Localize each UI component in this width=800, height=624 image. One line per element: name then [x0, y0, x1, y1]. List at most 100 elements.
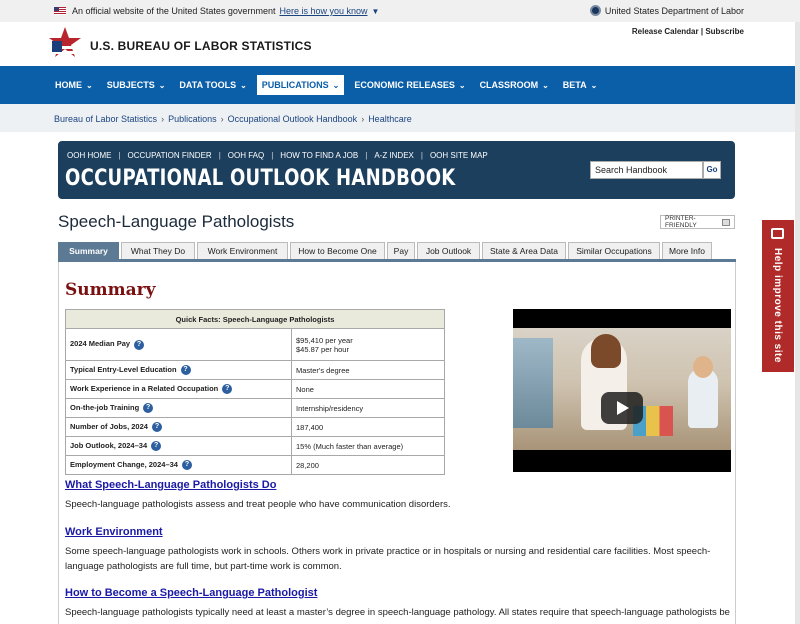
chevron-down-icon: ⌄: [590, 80, 598, 90]
us-flag-icon: [54, 7, 66, 15]
fact-label: Employment Change, 2024–34: [70, 459, 178, 469]
quick-facts-title: Quick Facts: Speech-Language Pathologist…: [65, 309, 445, 329]
printer-friendly-button[interactable]: PRINTER-FRIENDLY: [660, 215, 735, 229]
section-text-how-to-become: Speech-language pathologists typically n…: [65, 607, 730, 618]
page-title: Speech-Language Pathologists: [58, 212, 295, 231]
feedback-icon: [771, 228, 784, 239]
table-row: On-the-job Training? Internship/residenc…: [65, 398, 445, 418]
search-handbook-input[interactable]: Search Handbook: [590, 161, 703, 179]
quick-facts-table: Quick Facts: Speech-Language Pathologist…: [65, 309, 445, 475]
play-button-icon[interactable]: [601, 392, 643, 424]
chevron-down-icon: ⌄: [332, 80, 340, 90]
nav-beta[interactable]: BETA ⌄: [558, 75, 603, 95]
info-icon[interactable]: ?: [222, 384, 233, 394]
fact-label: On-the-job Training: [70, 402, 140, 412]
tab-how-to-become-one[interactable]: How to Become One: [290, 242, 385, 259]
printer-icon: [721, 218, 730, 226]
tab-job-outlook[interactable]: Job Outlook: [417, 242, 480, 259]
occupation-finder-link[interactable]: OCCUPATION FINDER: [128, 151, 212, 160]
help-improve-tab[interactable]: Help improve this site: [762, 220, 794, 372]
nav-data-tools[interactable]: DATA TOOLS ⌄: [174, 75, 251, 95]
fact-label: Job Outlook, 2024–34: [70, 440, 148, 450]
info-icon[interactable]: ?: [151, 441, 162, 451]
section-link-work-environment[interactable]: Work Environment: [65, 526, 163, 538]
dol-link[interactable]: United States Department of Labor: [589, 5, 744, 16]
fact-label: 2024 Median Pay: [70, 339, 131, 349]
table-row: Number of Jobs, 2024? 187,400: [65, 417, 445, 437]
ooh-faq-link[interactable]: OOH FAQ: [228, 151, 264, 160]
tab-more-info[interactable]: More Info: [662, 242, 712, 259]
table-row: Work Experience in a Related Occupation?…: [65, 379, 445, 399]
fact-value-hourly: $45.87 per hour: [296, 344, 349, 354]
section-link-what-they-do[interactable]: What Speech-Language Pathologists Do: [65, 479, 276, 491]
bls-title[interactable]: U.S. BUREAU OF LABOR STATISTICS: [90, 39, 312, 53]
chevron-down-icon[interactable]: ▼: [372, 7, 380, 16]
section-text-work-environment: Some speech-language pathologists work i…: [65, 546, 711, 572]
video-player[interactable]: [513, 309, 731, 472]
fact-value: Internship/residency: [291, 398, 445, 418]
fact-value: Master's degree: [291, 360, 445, 380]
table-row: Job Outlook, 2024–34? 15% (Much faster t…: [65, 436, 445, 456]
chevron-down-icon: ⌄: [542, 80, 549, 90]
summary-heading: Summary: [65, 280, 156, 300]
tab-summary[interactable]: Summary: [58, 242, 119, 259]
info-icon[interactable]: ?: [180, 365, 191, 375]
nav-classroom[interactable]: CLASSROOM ⌄: [475, 75, 554, 95]
chevron-down-icon: ⌄: [240, 80, 247, 90]
tab-work-environment[interactable]: Work Environment: [197, 242, 288, 259]
how-to-find-job-link[interactable]: HOW TO FIND A JOB: [280, 151, 358, 160]
ooh-home-link[interactable]: OOH HOME: [67, 151, 111, 160]
breadcrumb-healthcare[interactable]: Healthcare: [368, 114, 412, 124]
gov-banner-text: An official website of the United States…: [72, 6, 276, 16]
fact-value: 187,400: [291, 417, 445, 437]
how-you-know-link[interactable]: Here is how you know: [279, 6, 367, 16]
chevron-down-icon: ⌄: [158, 80, 166, 90]
info-icon[interactable]: ?: [134, 339, 145, 350]
site-header: U.S. BUREAU OF LABOR STATISTICS Release …: [0, 22, 800, 66]
tab-similar-occupations[interactable]: Similar Occupations: [568, 242, 660, 259]
breadcrumb-publications[interactable]: Publications: [168, 114, 217, 124]
tab-what-they-do[interactable]: What They Do: [121, 242, 195, 259]
fact-label: Typical Entry-Level Education: [70, 364, 177, 374]
scrollbar[interactable]: [795, 22, 800, 624]
dol-label: United States Department of Labor: [604, 5, 744, 16]
tab-bar: Summary What They Do Work Environment Ho…: [58, 242, 736, 262]
nav-economic-releases[interactable]: ECONOMIC RELEASES ⌄: [349, 75, 470, 95]
tab-pay[interactable]: Pay: [387, 242, 415, 259]
gov-banner: An official website of the United States…: [0, 0, 800, 22]
info-icon[interactable]: ?: [143, 403, 154, 413]
info-icon[interactable]: ?: [151, 422, 162, 432]
fact-value: $95,410 per year: [296, 335, 353, 345]
section-link-how-to-become[interactable]: How to Become a Speech-Language Patholog…: [65, 587, 317, 599]
ooh-links: OOH HOME | OCCUPATION FINDER | OOH FAQ | HO…: [67, 151, 488, 160]
az-index-link[interactable]: A-Z INDEX: [374, 151, 414, 160]
table-row: Typical Entry-Level Education? Master's …: [65, 360, 445, 380]
ooh-title[interactable]: OCCUPATIONAL OUTLOOK HANDBOOK: [65, 166, 456, 191]
bls-logo-icon[interactable]: [48, 26, 82, 62]
breadcrumb: Bureau of Labor Statistics › Publications ›…: [0, 104, 795, 132]
breadcrumb-ooh[interactable]: Occupational Outlook Handbook: [228, 114, 358, 124]
search-go-button[interactable]: Go: [703, 161, 721, 179]
dol-seal-icon: [589, 5, 601, 16]
table-row: 2024 Median Pay? $95,410 per year $45.87 …: [65, 328, 445, 361]
info-icon[interactable]: ?: [181, 460, 192, 470]
fact-value: 15% (Much faster than average): [291, 436, 445, 456]
release-calendar-link[interactable]: Release Calendar: [632, 27, 699, 36]
nav-publications[interactable]: PUBLICATIONS ⌄: [255, 74, 346, 96]
section-text-what-they-do: Speech-language pathologists assess and …: [65, 499, 451, 510]
chevron-down-icon: ⌄: [86, 80, 93, 90]
top-links: Release Calendar | Subscribe: [631, 27, 744, 36]
chevron-down-icon: ⌄: [458, 80, 466, 90]
tab-state-area-data[interactable]: State & Area Data: [482, 242, 566, 259]
fact-label: Number of Jobs, 2024: [70, 421, 148, 431]
ooh-site-map-link[interactable]: OOH SITE MAP: [430, 151, 488, 160]
subscribe-link[interactable]: Subscribe: [705, 27, 744, 36]
fact-value: None: [291, 379, 445, 399]
fact-label: Work Experience in a Related Occupation: [70, 383, 219, 393]
video-thumbnail: [513, 328, 731, 450]
nav-subjects[interactable]: SUBJECTS ⌄: [102, 75, 171, 95]
table-header-row: Quick Facts: Speech-Language Pathologist…: [65, 309, 445, 329]
breadcrumb-bls[interactable]: Bureau of Labor Statistics: [54, 114, 157, 124]
nav-home[interactable]: HOME ⌄: [50, 75, 98, 95]
table-row: Employment Change, 2024–34? 28,200: [65, 455, 445, 475]
